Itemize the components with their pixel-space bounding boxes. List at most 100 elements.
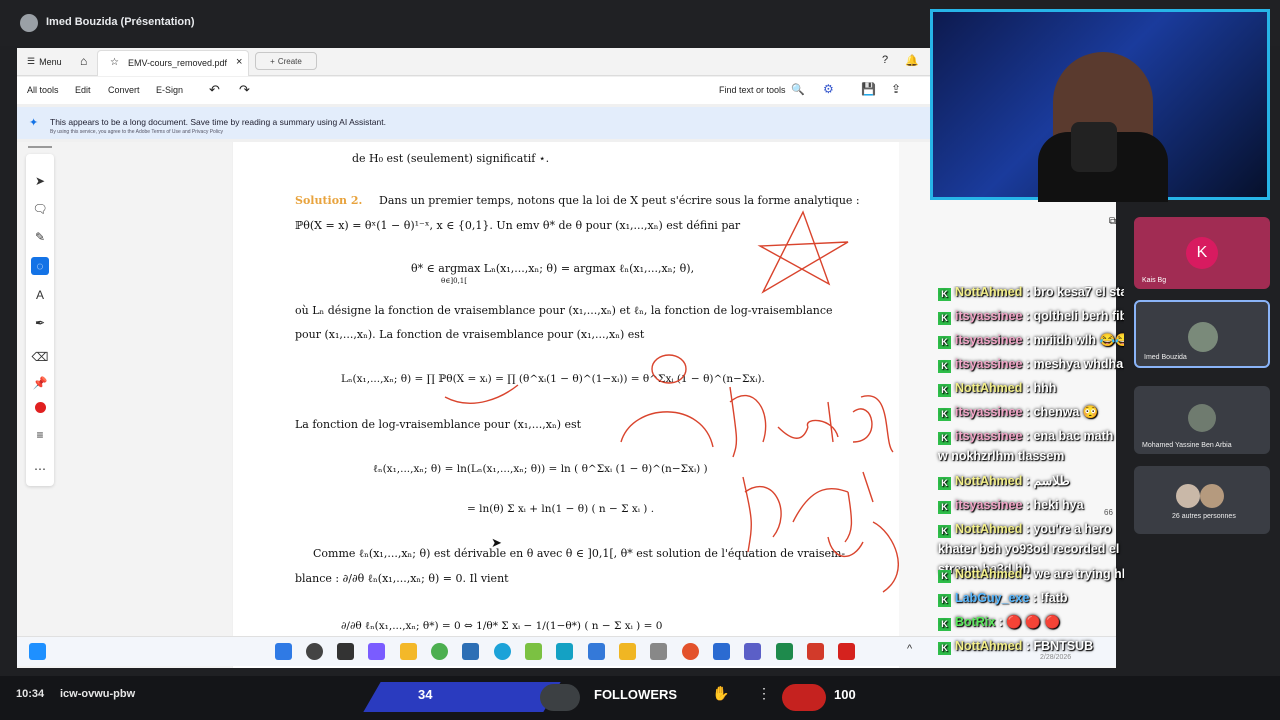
- calculator-icon[interactable]: [650, 643, 667, 660]
- app-icon[interactable]: [525, 643, 542, 660]
- participant-tile[interactable]: Imed Bouzida: [1134, 300, 1270, 368]
- subscriber-badge-icon: K: [938, 525, 951, 538]
- text-box-icon[interactable]: A: [31, 286, 49, 304]
- pdf-page[interactable]: de H₀ est (seulement) significatif ⋆. So…: [233, 142, 899, 668]
- raise-hand-icon[interactable]: ✋: [712, 685, 729, 702]
- app-icon[interactable]: [682, 643, 699, 660]
- subscriber-badge-icon: K: [938, 384, 951, 397]
- ai-assistant-icon: ✦: [29, 117, 39, 129]
- arrow-drawing: [620, 411, 714, 448]
- edit-button[interactable]: Edit: [75, 85, 91, 95]
- outlook-icon[interactable]: [713, 643, 730, 660]
- subscriber-badge-icon: K: [938, 618, 951, 631]
- participant-avatar: [1176, 484, 1200, 508]
- ai-tools-icon[interactable]: ⚙: [823, 82, 834, 96]
- start-icon[interactable]: [275, 643, 292, 660]
- create-button[interactable]: + Create: [255, 52, 317, 70]
- esign-button[interactable]: E-Sign: [156, 85, 183, 95]
- chat-message: K NottAhmed : طلاسم: [938, 471, 1124, 491]
- participant-avatar: [1200, 484, 1224, 508]
- bell-icon[interactable]: 🔔: [905, 54, 919, 67]
- app-icon[interactable]: [619, 643, 636, 660]
- subscriber-badge-icon: K: [938, 408, 951, 421]
- save-icon[interactable]: 💾: [861, 82, 876, 96]
- subscriber-badge-icon: K: [938, 288, 951, 301]
- chat-message: Kitsyassinee : chenwa 😳: [938, 402, 1124, 422]
- file-explorer-icon[interactable]: [400, 643, 417, 660]
- star-drawing: [757, 210, 849, 294]
- redo-icon[interactable]: ↷: [239, 82, 250, 98]
- hamburger-icon: ☰: [27, 56, 36, 66]
- undo-icon[interactable]: ↶: [209, 82, 220, 98]
- app-icon[interactable]: [807, 643, 824, 660]
- counter-banner: [363, 682, 561, 712]
- all-tools-button[interactable]: All tools: [27, 85, 59, 95]
- chat-message: Kitsyassinee : ena bac math w nokhzrlhm …: [938, 429, 1114, 463]
- webcam-overlay: [930, 9, 1270, 202]
- subscriber-badge-icon: K: [938, 501, 951, 514]
- chat-message: KNottAhmed : bro kesa7 el stat semester …: [938, 286, 1124, 302]
- task-view-icon[interactable]: [337, 643, 354, 660]
- close-tab-icon[interactable]: ×: [236, 56, 242, 68]
- teams-icon[interactable]: [744, 643, 761, 660]
- search-taskbar-icon[interactable]: [306, 643, 323, 660]
- share-icon[interactable]: ⇪: [891, 82, 901, 96]
- menu-button[interactable]: ☰ Menu: [27, 56, 62, 67]
- subscriber-badge-icon: K: [938, 312, 951, 325]
- widgets-icon[interactable]: [29, 643, 46, 660]
- comment-icon[interactable]: 🗨: [31, 200, 49, 218]
- chevron-up-icon[interactable]: ^: [907, 643, 912, 655]
- more-icon[interactable]: ⋯: [31, 460, 49, 478]
- eraser-icon[interactable]: ⌫: [31, 348, 49, 366]
- edge-icon[interactable]: [494, 643, 511, 660]
- acrobat-icon[interactable]: [838, 643, 855, 660]
- underline-drawing: [444, 384, 519, 404]
- presenter-title: Imed Bouzida (Présentation): [46, 16, 195, 28]
- page-thumbnails-icon[interactable]: ⧉: [1109, 216, 1116, 227]
- banner-terms[interactable]: By using this service, you agree to the …: [50, 129, 223, 135]
- participant-name: Kais Bg: [1142, 277, 1167, 284]
- participant-name: Mohamed Yassine Ben Arbia: [1142, 442, 1232, 449]
- chat-message: Kitsyassinee : mriidh wlh 😂😂: [938, 330, 1124, 350]
- search-icon[interactable]: 🔍: [791, 83, 805, 96]
- participant-avatar: [1188, 404, 1216, 432]
- convert-button[interactable]: Convert: [108, 85, 140, 95]
- app-icon[interactable]: [588, 643, 605, 660]
- participant-tile[interactable]: 26 autres personnes: [1134, 466, 1270, 534]
- participant-tile[interactable]: Mohamed Yassine Ben Arbia: [1134, 386, 1270, 454]
- presenter-avatar: [20, 14, 38, 32]
- participant-avatar: K: [1186, 237, 1218, 269]
- store-icon[interactable]: [462, 643, 479, 660]
- line-weight-icon[interactable]: ≡: [31, 426, 49, 444]
- chat-message: K NottAhmed : hhh: [938, 378, 1124, 398]
- participant-tile[interactable]: K Kais Bg: [1134, 217, 1270, 289]
- subscriber-badge-icon: K: [938, 336, 951, 349]
- pin-icon[interactable]: 📌: [31, 374, 49, 392]
- lasso-icon[interactable]: ◌: [31, 257, 49, 275]
- pen-icon[interactable]: ✎: [31, 228, 49, 246]
- subscriber-badge-icon: K: [938, 594, 951, 607]
- chat-app-icon[interactable]: [368, 643, 385, 660]
- chrome-icon[interactable]: [431, 643, 448, 660]
- find-field[interactable]: Find text or tools: [719, 85, 786, 95]
- followers-label: FOLLOWERS: [594, 687, 678, 702]
- app-icon[interactable]: [556, 643, 573, 660]
- mic-button[interactable]: [540, 684, 580, 711]
- tools-rail: ➤ 🗨 ✎ ◌ A ✒ ⌫ 📌 ≡ ⋯: [26, 154, 54, 486]
- star-icon[interactable]: ☆: [110, 57, 119, 68]
- hang-up-button[interactable]: [782, 684, 826, 711]
- mouse-cursor-icon: ➤: [491, 536, 502, 551]
- banner-message: This appears to be a long document. Save…: [50, 117, 386, 127]
- select-cursor-icon[interactable]: ➤: [31, 172, 49, 190]
- participant-name: Imed Bouzida: [1144, 354, 1187, 361]
- pane-handle[interactable]: [28, 146, 52, 148]
- document-tab[interactable]: ☆ EMV-cours_removed.pdf ×: [97, 50, 249, 76]
- excel-icon[interactable]: [776, 643, 793, 660]
- more-options-icon[interactable]: ⋮: [757, 685, 771, 702]
- home-icon[interactable]: ⌂: [80, 54, 87, 68]
- help-icon[interactable]: ?: [882, 54, 888, 66]
- chat-message: Kitsyassinee : meshya whdha 😂: [938, 354, 1124, 374]
- fill-sign-icon[interactable]: ✒: [31, 314, 49, 332]
- chat-message: K LabGuy_exe : !fatb: [938, 588, 1124, 608]
- color-red-icon[interactable]: [31, 400, 49, 418]
